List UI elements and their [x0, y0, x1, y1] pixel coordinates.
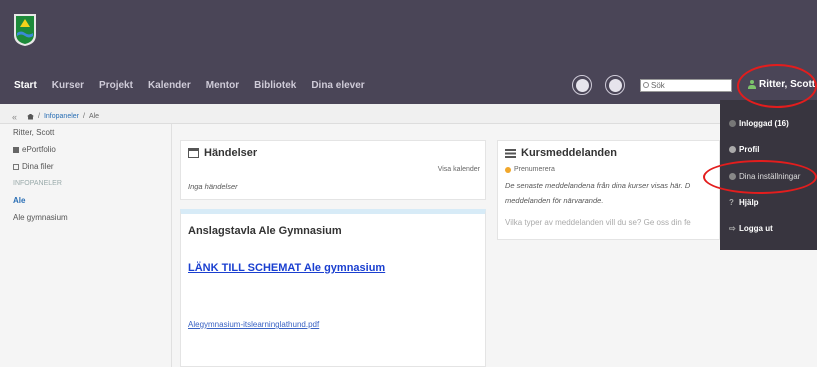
- info-icon: [729, 146, 736, 153]
- menu-item-profile[interactable]: Profil: [729, 145, 759, 154]
- menu-item-label: Hjälp: [739, 198, 759, 207]
- nav-mentor[interactable]: Mentor: [206, 80, 239, 91]
- breadcrumb-ale: Ale: [88, 113, 100, 120]
- menu-item-logged-in[interactable]: Inloggad (16): [729, 119, 789, 128]
- nav-bibliotek[interactable]: Bibliotek: [254, 80, 296, 91]
- events-title: Händelser: [188, 147, 257, 159]
- bell-icon: [575, 78, 589, 92]
- chat-bubble-icon: [608, 78, 622, 92]
- search-placeholder: Sök: [651, 81, 665, 90]
- chat-icon: [729, 120, 736, 127]
- subscribe-link[interactable]: Prenumerera: [505, 166, 555, 173]
- sidebar-section-infopaneler: INFOPANELER: [13, 180, 62, 187]
- schedule-link[interactable]: LÄNK TILL SCHEMAT Ale gymnasium: [188, 262, 385, 274]
- collapse-sidebar-icon[interactable]: «: [12, 112, 17, 122]
- bulletin-board-panel: Anslagstavla Ale Gymnasium LÄNK TILL SCH…: [180, 209, 486, 367]
- sidebar-item-ale[interactable]: Ale: [13, 192, 171, 209]
- sidebar-item-ale-gymnasium[interactable]: Ale gymnasium: [13, 209, 171, 226]
- events-title-text: Händelser: [204, 147, 258, 159]
- sidebar-item-label: Dina filer: [22, 162, 54, 171]
- no-events-text: Inga händelser: [188, 182, 238, 191]
- menu-item-logout[interactable]: ⇨ Logga ut: [729, 224, 773, 233]
- logout-icon: ⇨: [729, 224, 736, 233]
- menu-item-label: Inloggad (16): [739, 119, 789, 128]
- course-messages-info-line1: De senaste meddelandena från dina kurser…: [505, 181, 691, 190]
- question-icon: ?: [729, 198, 734, 207]
- sidebar-user-name[interactable]: Ritter, Scott: [13, 124, 171, 141]
- nav-dina-elever[interactable]: Dina elever: [311, 80, 364, 91]
- sidebar-item-eportfolio[interactable]: ePortfolio: [13, 141, 171, 158]
- course-messages-info-line2: meddelanden för närvarande.: [505, 196, 604, 205]
- show-calendar-link[interactable]: Visa kalender: [438, 166, 480, 173]
- menu-item-label: Logga ut: [739, 224, 773, 233]
- annotation-circle-user: [737, 64, 817, 108]
- ale-logo-icon[interactable]: [13, 13, 37, 47]
- messages-button[interactable]: [605, 75, 625, 95]
- pdf-link[interactable]: Alegymnasium-itslearninglathund.pdf: [188, 320, 319, 329]
- menu-item-label: Profil: [739, 145, 760, 154]
- nav-projekt[interactable]: Projekt: [99, 80, 133, 91]
- book-icon: [13, 146, 19, 153]
- notifications-button[interactable]: [572, 75, 592, 95]
- nav-kalender[interactable]: Kalender: [148, 80, 191, 91]
- search-input[interactable]: Sök: [640, 79, 732, 92]
- nav-kurser[interactable]: Kurser: [52, 80, 84, 91]
- rss-icon: [505, 166, 511, 173]
- bulletin-board-title: Anslagstavla Ale Gymnasium: [188, 225, 342, 237]
- sidebar-item-label: ePortfolio: [22, 145, 56, 154]
- menu-item-help[interactable]: ? Hjälp: [729, 198, 759, 207]
- feedback-prompt: Vilka typer av meddelanden vill du se? G…: [505, 218, 691, 227]
- subscribe-label: Prenumerera: [514, 166, 555, 173]
- calendar-icon: [188, 148, 199, 158]
- annotation-circle-settings: [703, 160, 817, 194]
- list-icon: [505, 148, 516, 158]
- breadcrumb-infopaneler[interactable]: Infopaneler: [44, 113, 79, 120]
- breadcrumb-separator: /: [38, 113, 40, 120]
- search-icon: [643, 82, 649, 88]
- course-messages-panel: Kursmeddelanden Prenumerera De senaste m…: [497, 140, 720, 240]
- folder-icon: [13, 163, 19, 170]
- sidebar-item-files[interactable]: Dina filer: [13, 158, 171, 175]
- nav-start[interactable]: Start: [14, 80, 37, 91]
- course-messages-title: Kursmeddelanden: [505, 147, 617, 159]
- breadcrumb: « / Infopaneler / Ale: [0, 104, 720, 124]
- events-panel: Händelser Visa kalender Inga händelser: [180, 140, 486, 200]
- course-messages-title-text: Kursmeddelanden: [521, 147, 617, 159]
- breadcrumb-separator: /: [83, 113, 85, 120]
- home-icon[interactable]: [27, 113, 35, 120]
- main-nav: Start Kurser Projekt Kalender Mentor Bib…: [14, 80, 380, 91]
- left-sidebar: Ritter, Scott ePortfolio Dina filer INFO…: [0, 124, 172, 367]
